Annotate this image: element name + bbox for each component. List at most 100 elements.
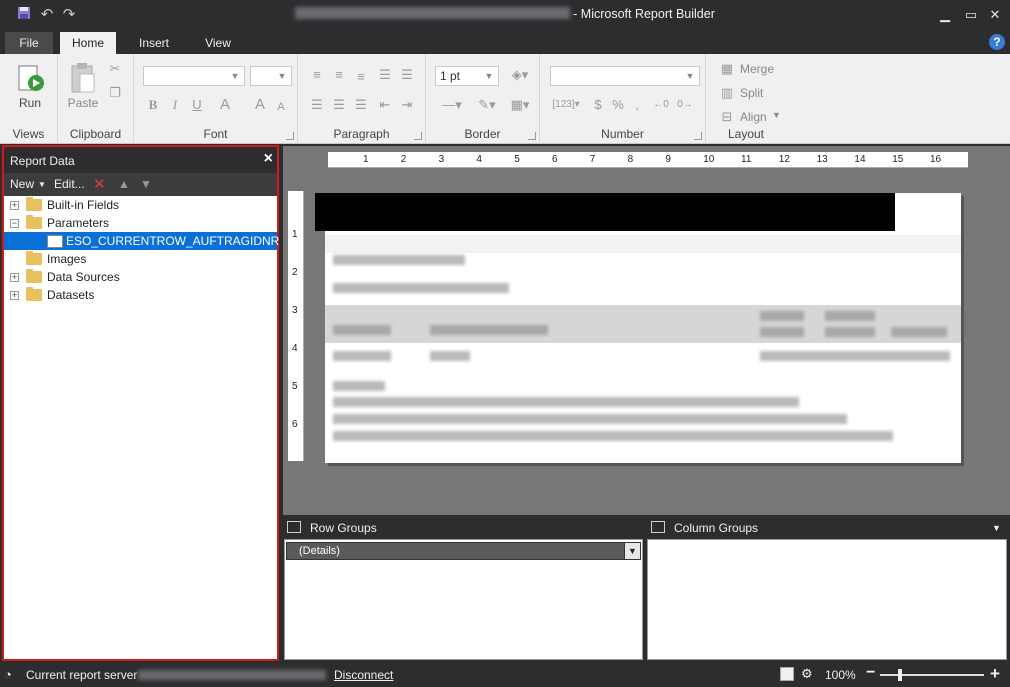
align-right-icon[interactable]: ☰ <box>352 96 370 114</box>
expand-icon[interactable]: + <box>10 273 19 282</box>
move-up-icon[interactable]: ▲ <box>118 177 130 191</box>
vertical-ruler: 1 2 3 4 5 6 <box>288 191 304 461</box>
number-dialog-launcher-icon[interactable] <box>694 132 702 140</box>
currency-button[interactable]: $ <box>590 96 606 114</box>
copy-icon[interactable]: ❐ <box>106 84 124 102</box>
delete-icon[interactable]: ✕ <box>93 175 106 193</box>
tree-item-parameter-eso-currentrow-auftragidnr[interactable]: ESO_CURRENTROW_AUFTRAGIDNR <box>4 232 279 250</box>
zoom-out-button[interactable]: − <box>866 664 875 682</box>
move-down-icon[interactable]: ▼ <box>140 177 152 191</box>
tree-item-data-sources[interactable]: + Data Sources <box>4 268 277 286</box>
bold-button[interactable]: B <box>144 96 162 114</box>
help-icon[interactable]: ? <box>989 34 1005 50</box>
blurred-text <box>430 325 548 335</box>
zoom-in-button[interactable]: + <box>990 664 1000 684</box>
percent-button[interactable]: % <box>610 96 626 114</box>
run-icon[interactable] <box>16 64 46 94</box>
blurred-text <box>333 283 509 293</box>
collapse-icon[interactable]: − <box>10 219 19 228</box>
fill-color-icon[interactable]: ◈▾ <box>506 66 534 84</box>
tab-home[interactable]: Home <box>60 32 116 54</box>
close-icon[interactable]: ✕ <box>985 6 1005 24</box>
align-button[interactable]: Align <box>740 110 767 124</box>
row-group-details[interactable]: (Details) ▼ <box>286 542 641 560</box>
ruler-number: 3 <box>438 154 445 165</box>
split-button[interactable]: Split <box>740 86 763 100</box>
minimize-icon[interactable]: ▁ <box>935 6 955 24</box>
increase-indent-icon[interactable]: ⇥ <box>398 96 416 114</box>
tab-insert[interactable]: Insert <box>126 32 182 54</box>
decrease-indent-icon[interactable]: ⇤ <box>376 96 394 114</box>
align-left-icon[interactable]: ☰ <box>308 96 326 114</box>
borders-icon[interactable]: ▦▾ <box>506 96 534 114</box>
border-dialog-launcher-icon[interactable] <box>528 132 536 140</box>
chevron-down-icon[interactable]: ▼ <box>624 543 640 559</box>
tree-item-datasets[interactable]: + Datasets <box>4 286 277 304</box>
tree-item-built-in-fields[interactable]: + Built-in Fields <box>4 196 277 214</box>
border-width-combo[interactable]: 1 pt ▼ <box>435 66 499 86</box>
paste-button[interactable]: Paste <box>58 96 108 110</box>
zoom-slider[interactable] <box>880 669 984 681</box>
ruler-number: 13 <box>816 154 828 165</box>
font-name-combo[interactable]: ▼ <box>143 66 245 86</box>
chevron-down-icon[interactable]: ▼ <box>992 523 1001 533</box>
tab-file[interactable]: File <box>5 32 53 54</box>
merge-button[interactable]: Merge <box>740 62 774 76</box>
report-server-icon: ◔ <box>4 667 12 682</box>
chevron-down-icon: ▼ <box>277 71 287 81</box>
ruler-number: 7 <box>589 154 596 165</box>
restore-icon[interactable]: ▭ <box>961 6 981 24</box>
tree-item-images[interactable]: Images <box>4 250 277 268</box>
report-body[interactable] <box>315 193 961 463</box>
paste-icon[interactable] <box>70 62 96 94</box>
font-size-combo[interactable]: ▼ <box>250 66 292 86</box>
cut-icon[interactable]: ✂ <box>106 60 124 78</box>
chevron-down-icon[interactable]: ▼ <box>38 180 46 189</box>
paragraph-group-label: Paragraph <box>333 127 390 141</box>
server-label: Current report server <box>26 668 138 682</box>
decrease-decimal-icon[interactable]: 0→ <box>674 96 696 114</box>
blurred-text <box>891 327 947 337</box>
design-view-icon[interactable] <box>780 667 794 681</box>
border-style-icon[interactable]: —▾ <box>436 96 468 114</box>
disconnect-link[interactable]: Disconnect <box>334 668 393 682</box>
ruler-number: 4 <box>292 343 298 354</box>
chevron-down-icon[interactable]: ▼ <box>772 110 781 120</box>
font-color-button[interactable]: A <box>214 96 236 114</box>
align-top-icon[interactable]: ≡ <box>308 66 326 84</box>
numbering-icon[interactable]: ☰ <box>398 66 416 84</box>
increase-decimal-icon[interactable]: ←0 <box>650 96 672 114</box>
close-pane-icon[interactable]: × <box>264 150 273 168</box>
run-button[interactable]: Run <box>0 96 60 110</box>
comma-button[interactable]: , <box>630 96 644 114</box>
expand-icon[interactable]: + <box>10 201 19 210</box>
report-data-tree: + Built-in Fields − Parameters ESO_CURRE… <box>4 196 279 304</box>
underline-button[interactable]: U <box>188 96 206 114</box>
edit-button[interactable]: Edit... <box>54 177 85 191</box>
row-groups-icon <box>287 521 301 533</box>
italic-button[interactable]: I <box>166 96 184 114</box>
bullets-icon[interactable]: ☰ <box>376 66 394 84</box>
font-dialog-launcher-icon[interactable] <box>286 132 294 140</box>
align-middle-icon[interactable]: ≡ <box>330 66 348 84</box>
ruler-number: 1 <box>292 229 298 240</box>
grow-font-button[interactable]: A <box>250 96 270 114</box>
new-button[interactable]: New <box>10 177 34 191</box>
blurred-text <box>760 311 804 321</box>
number-format-combo[interactable]: ▼ <box>550 66 700 86</box>
ribbon: Run Views Paste ✂ ❐ Clipboard ▼ ▼ B I U … <box>0 54 1010 144</box>
align-center-icon[interactable]: ☰ <box>330 96 348 114</box>
preview-view-icon[interactable]: ⚙ <box>801 666 813 682</box>
design-surface[interactable]: 1 2 3 4 5 6 7 8 9 10 11 12 13 14 15 16 123456 <box>283 146 1010 515</box>
shrink-font-button[interactable]: A <box>272 98 290 116</box>
zoom-slider-thumb[interactable] <box>898 669 902 681</box>
tree-item-parameters[interactable]: − Parameters <box>4 214 277 232</box>
align-bottom-icon[interactable]: ≡ <box>352 68 370 86</box>
paragraph-dialog-launcher-icon[interactable] <box>414 132 422 140</box>
placeholder-format-icon[interactable]: [123]▾ <box>550 96 582 114</box>
border-color-icon[interactable]: ✎▾ <box>472 96 502 114</box>
tab-view[interactable]: View <box>190 32 246 54</box>
ribbon-group-clipboard: Paste ✂ ❐ Clipboard <box>58 54 134 144</box>
title-bar: ↶ ↷ - Microsoft Report Builder ▁ ▭ ✕ <box>0 0 1010 30</box>
expand-icon[interactable]: + <box>10 291 19 300</box>
